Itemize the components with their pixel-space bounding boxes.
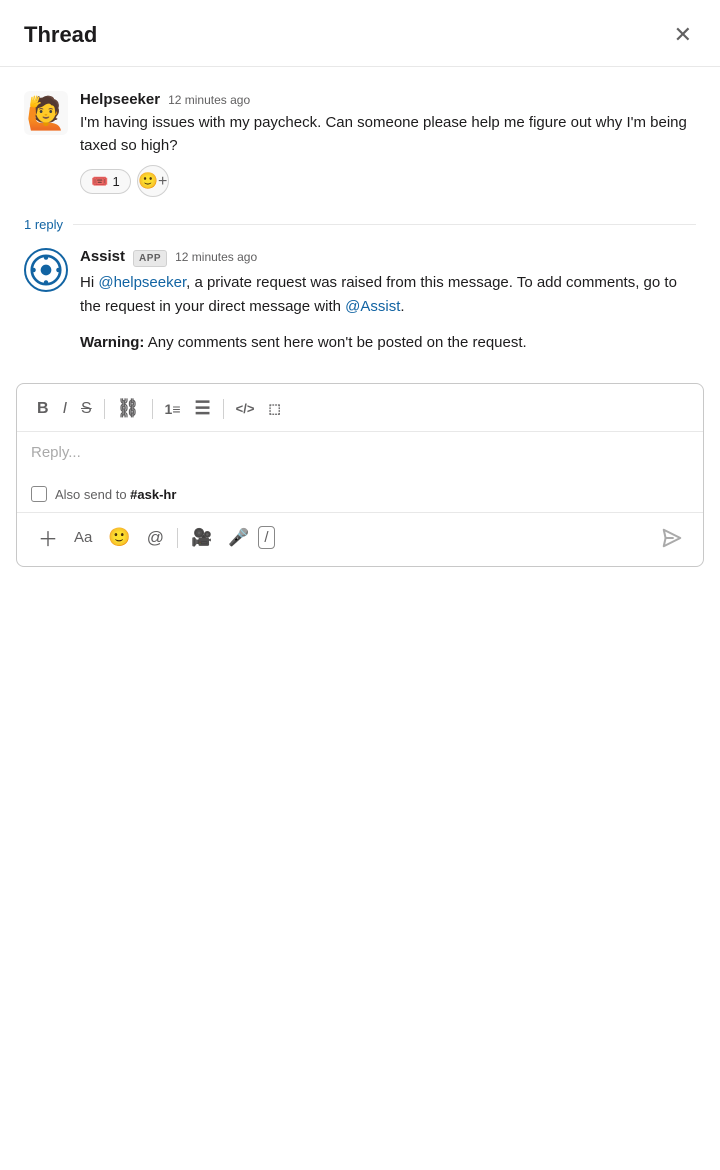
helpseeker-message-content: Helpseeker 12 minutes ago I'm having iss… (80, 91, 696, 197)
text-period: . (400, 298, 404, 315)
also-send-checkbox[interactable] (31, 486, 47, 502)
reactions-row: 🎟️ 1 🙂+ (80, 165, 696, 197)
assist-logo-icon (30, 254, 62, 286)
link-button[interactable]: ⛓ (111, 394, 146, 423)
assist-author: Assist (80, 248, 125, 265)
original-message: 🙋 Helpseeker 12 minutes ago I'm having i… (24, 83, 696, 205)
reply-box: B I S ⛓ 1≡ ☰ </> ⬚ Reply... Also send to… (16, 383, 704, 567)
assist-mention-link[interactable]: @Assist (345, 298, 400, 315)
audio-button[interactable]: 🎤 (221, 524, 256, 552)
reply-toolbar: B I S ⛓ 1≡ ☰ </> ⬚ (17, 384, 703, 432)
strikethrough-button[interactable]: S (75, 396, 98, 422)
helpseeker-message-header: Helpseeker 12 minutes ago (80, 91, 696, 108)
also-send-channel: #ask-hr (130, 487, 176, 502)
helpseeker-mention[interactable]: @helpseeker (98, 274, 186, 291)
unordered-list-button[interactable]: ☰ (189, 394, 217, 423)
page-title: Thread (24, 22, 97, 48)
toolbar-separator-3 (223, 399, 224, 419)
reply-count[interactable]: 1 reply (24, 217, 63, 232)
helpseeker-message-text: I'm having issues with my paycheck. Can … (80, 112, 696, 157)
helpseeker-time: 12 minutes ago (168, 93, 250, 107)
assist-avatar (24, 248, 68, 292)
reply-actions-row: ＋ Aa 🙂 @ 🎥 🎤 / (17, 512, 703, 566)
reaction-ticket-button[interactable]: 🎟️ 1 (80, 169, 131, 194)
warning-text: Warning: Any comments sent here won't be… (80, 331, 696, 355)
thread-header: Thread ✕ (0, 0, 720, 67)
assist-message-header: Assist APP 12 minutes ago (80, 248, 696, 267)
add-action-button[interactable]: ＋ (31, 519, 65, 556)
assist-message-text: Hi @helpseeker, a private request was ra… (80, 271, 696, 319)
app-badge: APP (133, 250, 167, 267)
code-button[interactable]: </> (230, 397, 261, 420)
reaction-count: 1 (112, 174, 119, 189)
helpseeker-avatar: 🙋 (24, 91, 68, 135)
toolbar-separator-1 (104, 399, 105, 419)
warning-label: Warning: (80, 334, 144, 351)
reaction-emoji: 🎟️ (91, 173, 108, 190)
reply-placeholder: Reply... (31, 444, 81, 461)
reply-line (73, 224, 696, 225)
warning-body: Any comments sent here won't be posted o… (144, 334, 526, 351)
bold-button[interactable]: B (31, 396, 55, 422)
send-button[interactable] (655, 523, 689, 553)
slash-command-button[interactable]: / (258, 526, 274, 549)
mention-button[interactable]: @ (140, 524, 171, 552)
text-hi: Hi (80, 274, 98, 291)
also-send-label: Also send to (55, 487, 130, 502)
messages-container: 🙋 Helpseeker 12 minutes ago I'm having i… (0, 67, 720, 363)
also-send-text: Also send to #ask-hr (55, 487, 176, 502)
also-send-row: Also send to #ask-hr (17, 480, 703, 512)
reply-divider: 1 reply (24, 205, 696, 240)
emoji-button[interactable]: 🙂 (101, 523, 137, 552)
italic-button[interactable]: I (57, 396, 73, 422)
video-button[interactable]: 🎥 (184, 524, 219, 552)
add-reaction-icon: 🙂+ (138, 171, 167, 191)
action-separator (177, 528, 178, 548)
assist-time: 12 minutes ago (175, 250, 257, 264)
text-format-button[interactable]: Aa (67, 525, 99, 550)
reply-input-area[interactable]: Reply... (17, 432, 703, 480)
send-icon (661, 527, 683, 549)
ordered-list-button[interactable]: 1≡ (159, 397, 187, 421)
add-reaction-button[interactable]: 🙂+ (137, 165, 169, 197)
assist-message: Assist APP 12 minutes ago Hi @helpseeker… (24, 240, 696, 363)
helpseeker-author: Helpseeker (80, 91, 160, 108)
code-block-button[interactable]: ⬚ (262, 397, 286, 421)
assist-message-content: Assist APP 12 minutes ago Hi @helpseeker… (80, 248, 696, 355)
toolbar-separator-2 (152, 399, 153, 419)
close-button[interactable]: ✕ (670, 20, 696, 50)
